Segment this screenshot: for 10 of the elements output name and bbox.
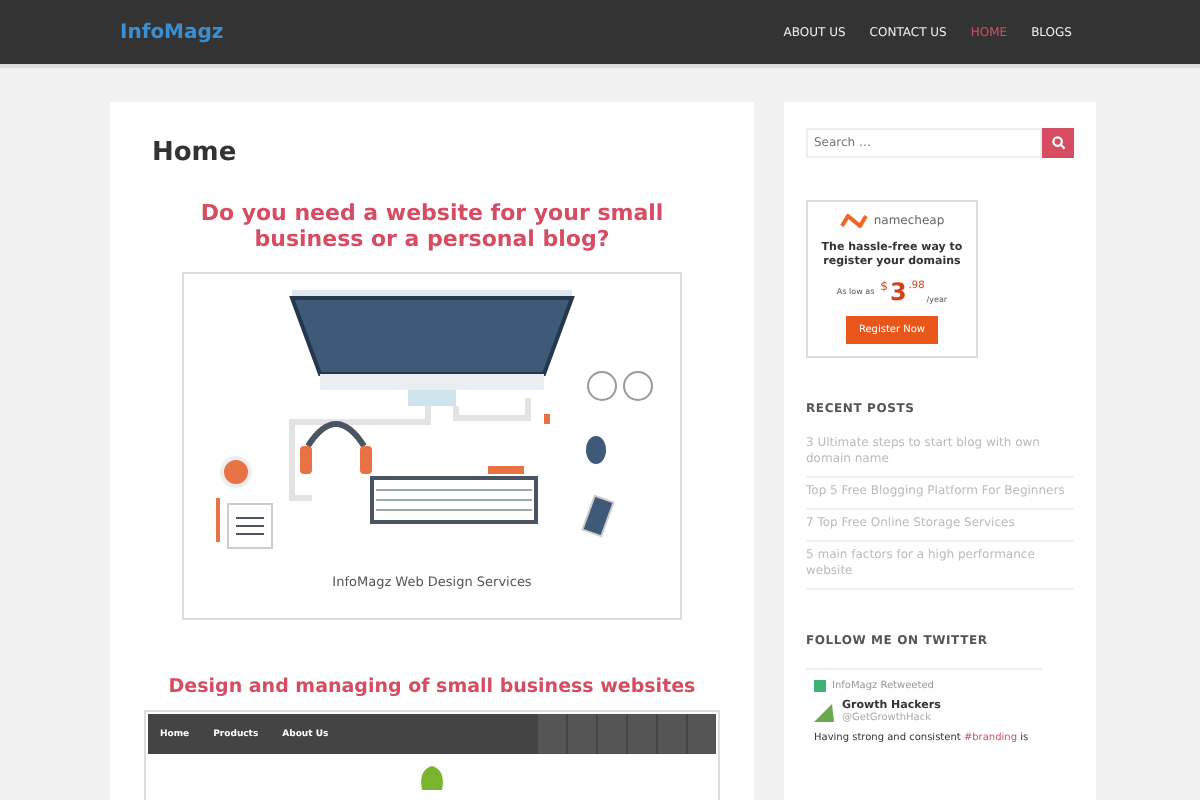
search-icon bbox=[1051, 136, 1065, 150]
search-button[interactable] bbox=[1042, 128, 1074, 158]
brand-logo-icon bbox=[839, 214, 868, 228]
price-whole: 3 bbox=[889, 279, 907, 304]
leaf-icon bbox=[418, 766, 446, 791]
section-heading: Design and managing of small business websites bbox=[166, 676, 698, 699]
avatar-icon bbox=[814, 702, 834, 723]
site-logo[interactable]: InfoMagz bbox=[120, 21, 224, 43]
section-heading: Do you need a website for your small business or a personal blog? bbox=[198, 200, 666, 253]
page-title: Home bbox=[152, 138, 239, 168]
